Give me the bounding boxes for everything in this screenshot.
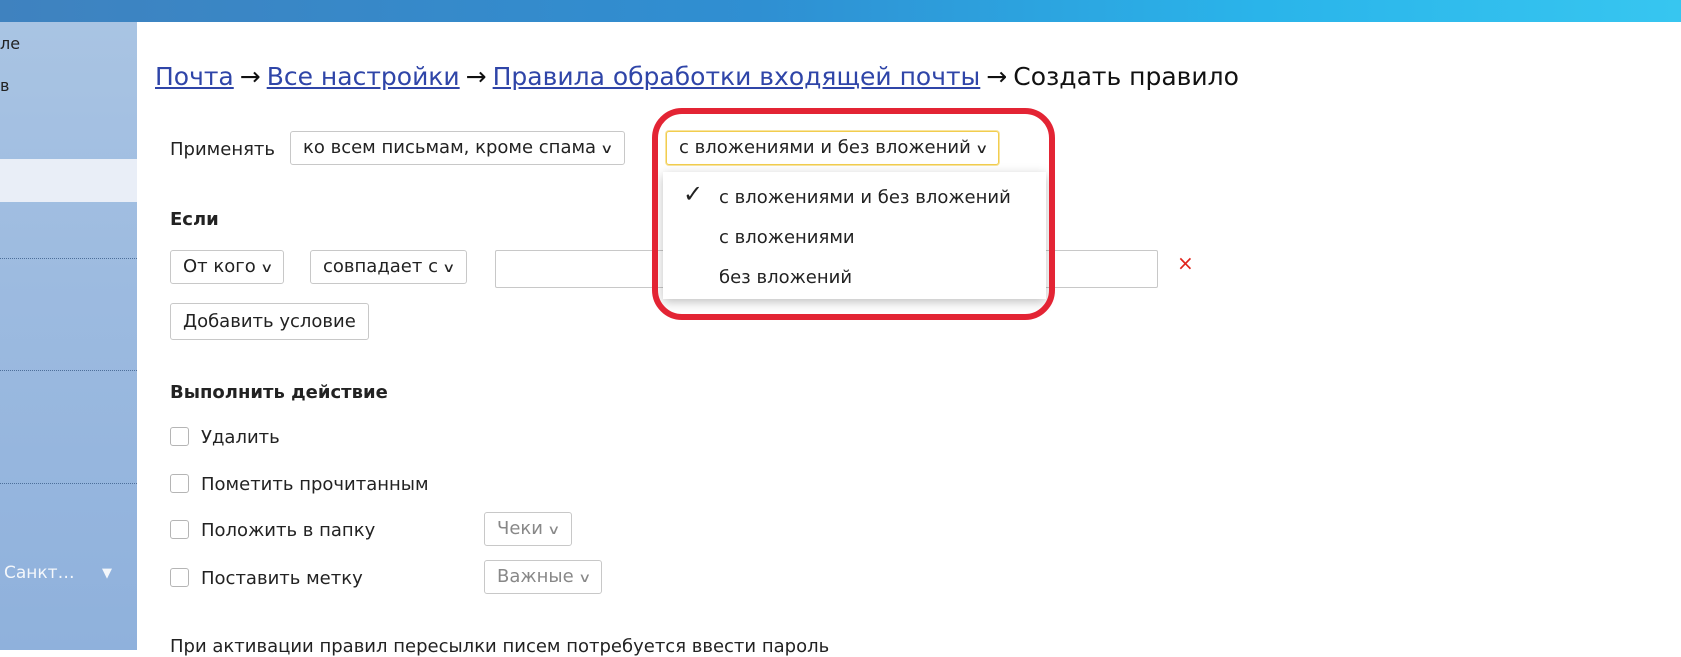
mark-read-label: Пометить прочитанным (201, 474, 429, 495)
actions-heading: Выполнить действие (170, 382, 388, 403)
apply-label: Применять (170, 139, 276, 160)
arrow-right-icon: → (465, 62, 487, 91)
chevron-down-icon: ∨ (577, 571, 592, 586)
left-sidebar: ле в Санкт… ▼ (0, 22, 137, 650)
password-note: При активации правил пересылки писем пот… (170, 636, 830, 657)
chevron-down-icon: ∨ (547, 523, 561, 538)
label-select-value: Важные (497, 566, 574, 587)
move-to-folder-label: Положить в папку (201, 520, 376, 541)
delete-checkbox[interactable] (170, 427, 189, 446)
condition-operator-value: совпадает с (323, 256, 438, 277)
chevron-down-icon: ∨ (442, 261, 456, 276)
apply-scope-select[interactable]: ко всем письмам, кроме спама ∨ (290, 131, 625, 165)
condition-field-value: От кого (183, 256, 256, 277)
sidebar-divider (0, 258, 137, 259)
top-gradient-bar (0, 0, 1681, 22)
set-label-label: Поставить метку (201, 568, 363, 589)
delete-condition-icon[interactable]: × (1177, 251, 1194, 275)
delete-label: Удалить (201, 427, 280, 448)
folder-select[interactable]: Чеки ∨ (484, 512, 572, 546)
breadcrumb: Почта → Все настройки → Правила обработки вх… (155, 62, 1239, 91)
add-condition-button[interactable]: Добавить условие (170, 303, 369, 340)
arrow-right-icon: → (239, 62, 261, 91)
folder-select-value: Чеки (497, 518, 543, 539)
mark-read-checkbox[interactable] (170, 474, 189, 493)
chevron-down-icon: ∨ (259, 261, 274, 276)
breadcrumb-link-rules[interactable]: Правила обработки входящей почты (493, 62, 981, 91)
sidebar-selected-item[interactable] (0, 159, 137, 202)
condition-operator-select[interactable]: совпадает с ∨ (310, 250, 467, 284)
breadcrumb-link-all-settings[interactable]: Все настройки (267, 62, 460, 91)
page-title: Создать правило (1013, 62, 1239, 91)
label-select[interactable]: Важные ∨ (484, 560, 603, 594)
city-selector[interactable]: Санкт… (4, 563, 75, 583)
breadcrumb-link-mail[interactable]: Почта (155, 62, 234, 91)
condition-heading: Если (170, 209, 219, 230)
sidebar-item-2[interactable]: в (0, 76, 9, 95)
apply-scope-value: ко всем письмам, кроме спама (303, 137, 597, 158)
move-to-folder-checkbox[interactable] (170, 520, 189, 539)
triangle-down-icon[interactable]: ▼ (102, 566, 112, 581)
condition-field-select[interactable]: От кого ∨ (170, 250, 285, 284)
arrow-right-icon: → (986, 62, 1008, 91)
set-label-checkbox[interactable] (170, 568, 189, 587)
sidebar-divider (0, 370, 137, 371)
sidebar-divider (0, 483, 137, 484)
chevron-down-icon: ∨ (600, 142, 614, 157)
sidebar-item-1[interactable]: ле (0, 34, 20, 53)
red-highlight-annotation (652, 108, 1055, 320)
